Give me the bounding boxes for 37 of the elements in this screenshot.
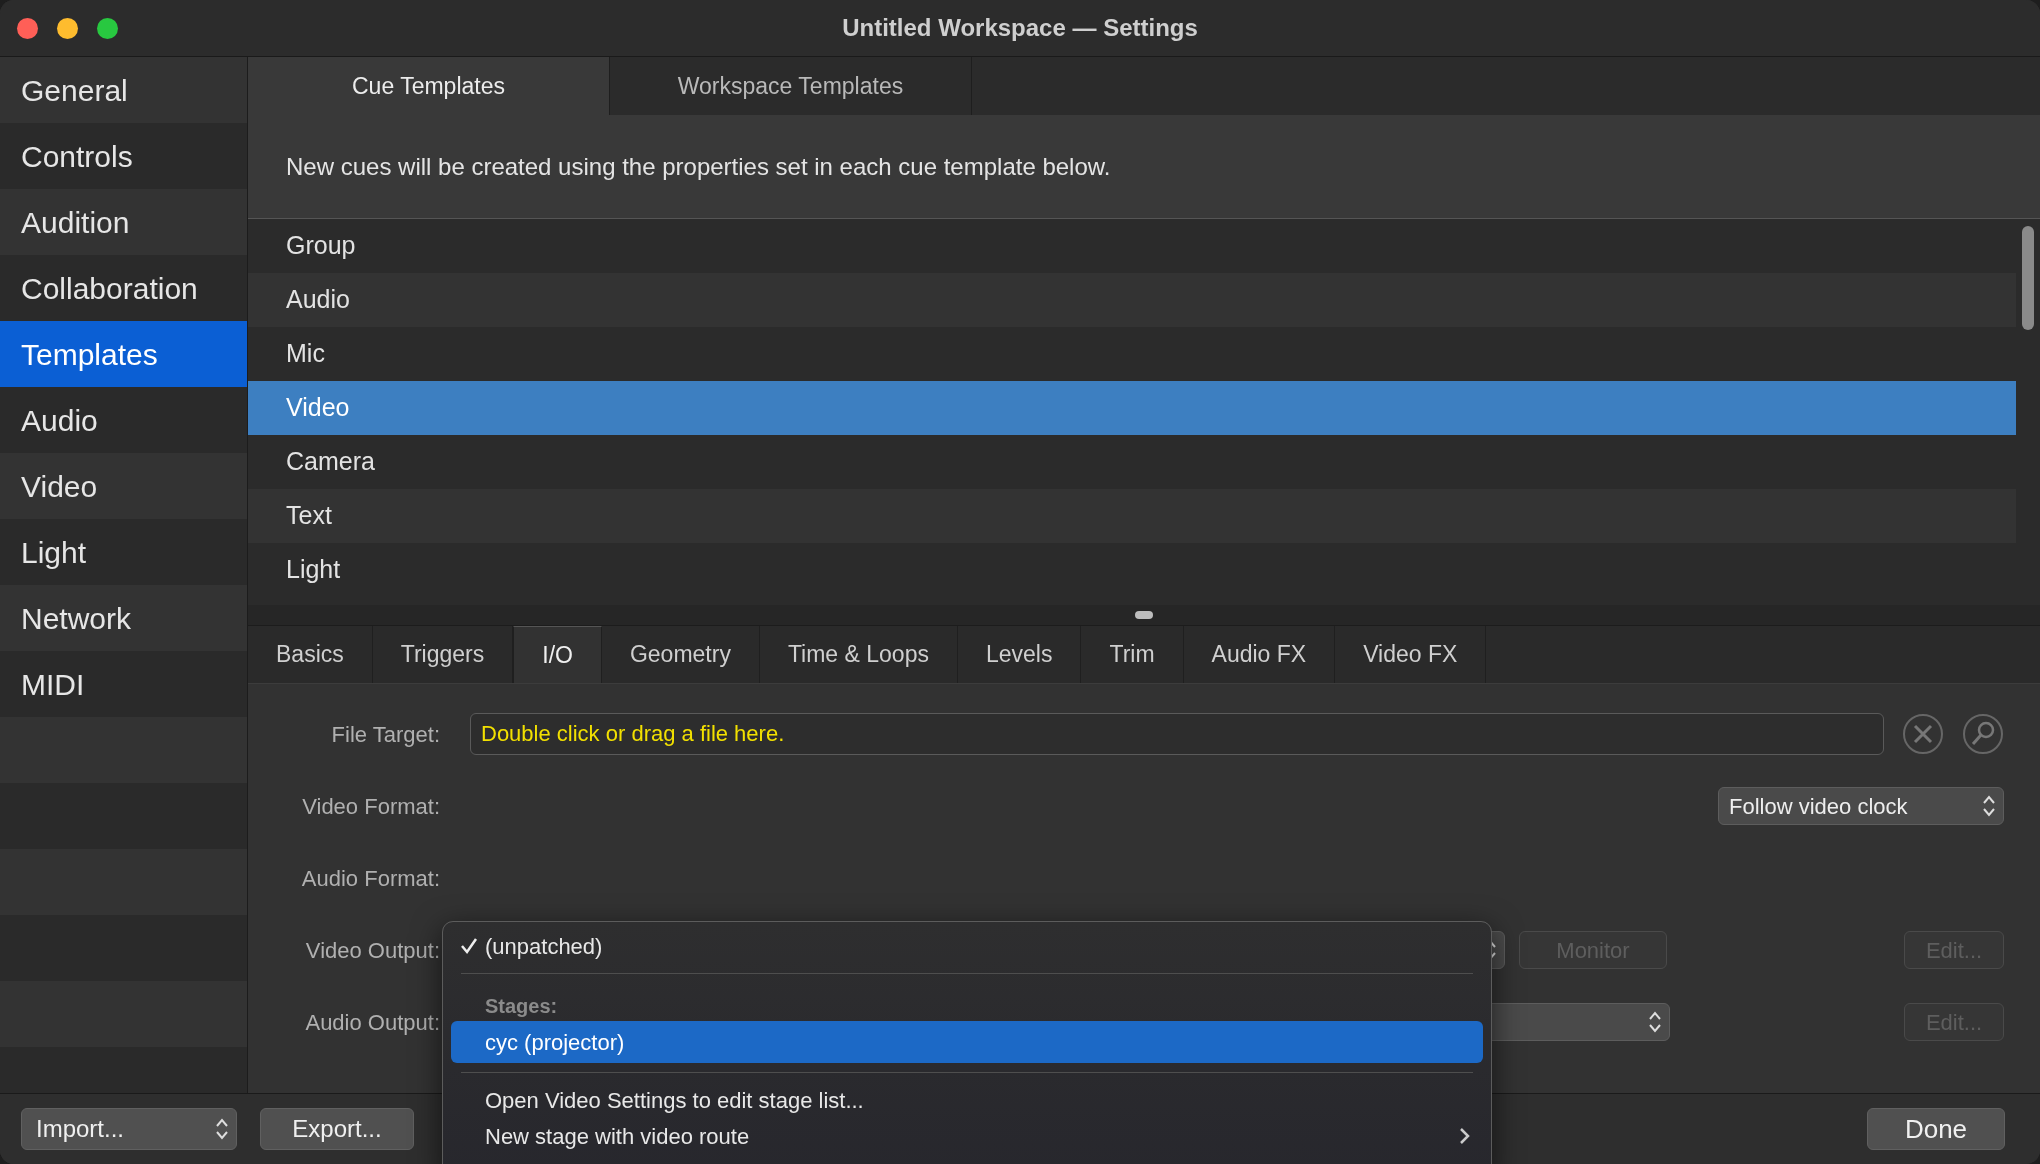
close-button[interactable] — [17, 17, 38, 39]
sidebar-item[interactable]: Audition — [0, 189, 247, 255]
list-row[interactable]: Audio — [248, 273, 2016, 327]
zoom-button[interactable] — [97, 17, 118, 39]
menu-item[interactable]: (unpatched) — [451, 928, 1483, 964]
file-target-field[interactable]: Double click or drag a file here. — [470, 713, 1884, 755]
tab[interactable]: I/O — [513, 626, 602, 683]
popup-button[interactable]: Follow video clock — [1718, 787, 2004, 825]
list-row[interactable]: Video — [248, 381, 2016, 435]
sidebar-item[interactable]: General — [0, 57, 247, 123]
clear-icon[interactable] — [1902, 713, 1944, 755]
field-label: Video Format: — [301, 792, 440, 821]
menu-item[interactable]: New stage with video route — [451, 1118, 1483, 1154]
list-row[interactable]: Text — [248, 489, 2016, 543]
field-label: Audio Format: — [300, 864, 440, 893]
field-label: Audio Output: — [304, 1008, 440, 1037]
stepper-icon[interactable] — [214, 1116, 230, 1142]
sidebar-item[interactable]: Network — [0, 585, 247, 651]
menu-item[interactable]: cyc (projector) — [451, 1021, 1483, 1063]
done-button[interactable]: Done — [1867, 1108, 2005, 1150]
stepper-icon[interactable] — [1981, 793, 1997, 819]
menu-header: Stages: — [485, 994, 558, 1019]
scrollbar-thumb[interactable] — [2022, 226, 2034, 330]
splitter-handle[interactable] — [1135, 611, 1153, 619]
sidebar-item[interactable]: Templates — [0, 321, 247, 387]
popup-button[interactable]: Import... — [21, 1108, 237, 1150]
search-icon[interactable] — [1962, 713, 2004, 755]
button[interactable]: Export... — [260, 1108, 414, 1150]
menu-item[interactable]: Open Video Settings to edit stage list... — [451, 1082, 1483, 1118]
field-label: File Target: — [330, 720, 440, 749]
field-label: Video Output: — [304, 936, 440, 965]
minimize-button[interactable] — [57, 17, 78, 39]
tab[interactable]: Cue Templates — [248, 57, 610, 115]
window-title: Untitled Workspace — Settings — [841, 13, 1199, 43]
sidebar-item[interactable]: Video — [0, 453, 247, 519]
description-text: New cues will be created using the properties set in each cue template below. — [286, 151, 1111, 182]
stepper-icon[interactable] — [1647, 1009, 1663, 1035]
